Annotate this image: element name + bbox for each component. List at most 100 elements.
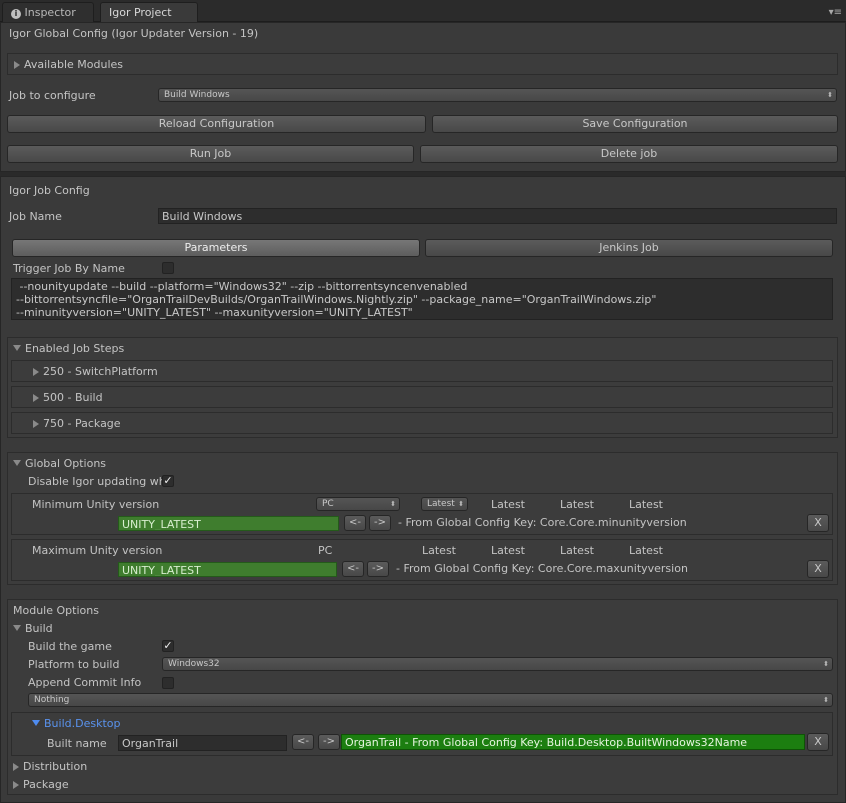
available-modules-foldout[interactable]: Available Modules <box>14 58 123 71</box>
step-750-label: 750 - Package <box>43 417 121 430</box>
foldout-open-icon <box>13 625 21 631</box>
step-750-foldout[interactable]: 750 - Package <box>33 417 121 430</box>
parameters-textarea[interactable]: --nounityupdate --build --platform="Wind… <box>11 278 833 320</box>
module-options-title: Module Options <box>13 604 99 617</box>
window-menu-icon[interactable]: ▾≡ <box>829 7 842 18</box>
run-job-button[interactable]: Run Job <box>7 145 414 163</box>
info-icon: i <box>11 9 21 19</box>
tab-inspector-label: Inspector <box>24 6 76 19</box>
foldout-closed-icon <box>33 420 39 428</box>
min-unity-version-label: Minimum Unity version <box>32 498 160 511</box>
build-module-foldout[interactable]: Build <box>13 622 53 635</box>
build-desktop-foldout[interactable]: Build.Desktop <box>32 717 120 730</box>
min-latest-col: Latest <box>629 498 663 511</box>
tab-inspector[interactable]: i Inspector <box>2 2 94 22</box>
updown-arrow-icon: ⬍ <box>823 660 829 668</box>
distribution-foldout[interactable]: Distribution <box>13 760 87 773</box>
build-game-checkbox[interactable]: ✓ <box>162 640 174 652</box>
max-latest-col: Latest <box>422 544 456 557</box>
job-to-configure-select[interactable]: Build Windows ⬍ <box>158 88 837 102</box>
foldout-closed-icon <box>13 781 19 789</box>
max-unity-version-input[interactable]: UNITY_LATEST <box>118 562 337 577</box>
min-platform-select[interactable]: PC ⬍ <box>316 497 400 511</box>
global-config-title: Igor Global Config (Igor Updater Version… <box>9 27 259 40</box>
step-item <box>11 412 833 434</box>
max-source-text: - From Global Config Key: Core.Core.maxu… <box>396 562 688 575</box>
max-prev-button[interactable]: <- <box>342 561 364 577</box>
available-modules-box <box>7 53 838 75</box>
max-clear-button[interactable]: X <box>807 560 829 578</box>
commit-info-value: Nothing <box>34 695 70 705</box>
built-name-input[interactable]: OrganTrail <box>118 735 287 751</box>
min-prev-button[interactable]: <- <box>344 515 366 531</box>
foldout-closed-icon <box>14 61 20 69</box>
built-next-button[interactable]: -> <box>318 734 340 750</box>
distribution-label: Distribution <box>23 760 88 773</box>
min-latest-col: Latest <box>560 498 594 511</box>
build-game-label: Build the game <box>28 640 112 653</box>
disable-igor-update-label: Disable Igor updating wh <box>28 475 166 488</box>
tab-parameters[interactable]: Parameters <box>12 239 420 257</box>
built-name-label: Built name <box>47 737 107 750</box>
built-prev-button[interactable]: <- <box>292 734 314 750</box>
job-name-label: Job Name <box>9 210 62 223</box>
enabled-steps-label: Enabled Job Steps <box>25 342 125 355</box>
job-to-configure-label: Job to configure <box>9 89 96 102</box>
package-foldout[interactable]: Package <box>13 778 69 791</box>
max-platform-text: PC <box>318 544 333 557</box>
platform-to-build-select[interactable]: Windows32 ⬍ <box>162 657 833 671</box>
foldout-closed-icon <box>13 763 19 771</box>
job-config-title: Igor Job Config <box>9 184 90 197</box>
step-250-label: 250 - SwitchPlatform <box>43 365 158 378</box>
foldout-closed-icon <box>33 394 39 402</box>
global-options-label: Global Options <box>25 457 107 470</box>
save-configuration-button[interactable]: Save Configuration <box>432 115 838 133</box>
updown-arrow-icon: ⬍ <box>458 500 464 508</box>
updown-arrow-icon: ⬍ <box>390 500 396 508</box>
build-desktop-label: Build.Desktop <box>44 717 121 730</box>
min-source-text: - From Global Config Key: Core.Core.minu… <box>398 516 687 529</box>
max-latest-col: Latest <box>629 544 663 557</box>
step-250-foldout[interactable]: 250 - SwitchPlatform <box>33 365 158 378</box>
tab-jenkins-job[interactable]: Jenkins Job <box>425 239 833 257</box>
job-name-input[interactable]: Build Windows <box>158 208 837 224</box>
foldout-open-icon <box>32 720 40 726</box>
updown-arrow-icon: ⬍ <box>823 696 829 704</box>
available-modules-label: Available Modules <box>24 58 124 71</box>
max-latest-col: Latest <box>491 544 525 557</box>
tab-igor-project-config[interactable]: Igor Project Con <box>100 2 198 38</box>
job-to-configure-value: Build Windows <box>164 90 230 100</box>
append-commit-info-label: Append Commit Info <box>28 676 142 689</box>
step-500-label: 500 - Build <box>43 391 103 404</box>
commit-info-select[interactable]: Nothing ⬍ <box>28 693 833 707</box>
trigger-job-label: Trigger Job By Name <box>13 262 125 275</box>
max-unity-version-label: Maximum Unity version <box>32 544 163 557</box>
reload-configuration-button[interactable]: Reload Configuration <box>7 115 426 133</box>
updown-arrow-icon: ⬍ <box>827 91 833 99</box>
platform-to-build-label: Platform to build <box>28 658 120 671</box>
enabled-steps-foldout[interactable]: Enabled Job Steps <box>13 342 124 355</box>
built-clear-button[interactable]: X <box>807 733 829 751</box>
trigger-job-checkbox[interactable] <box>162 262 174 274</box>
min-latest-col: Latest <box>491 498 525 511</box>
platform-to-build-value: Windows32 <box>168 659 220 669</box>
min-clear-button[interactable]: X <box>807 514 829 532</box>
built-source-field[interactable]: OrganTrail - From Global Config Key: Bui… <box>341 734 805 750</box>
foldout-closed-icon <box>33 368 39 376</box>
min-platform-value: PC <box>322 499 334 509</box>
step-500-foldout[interactable]: 500 - Build <box>33 391 103 404</box>
step-item <box>11 386 833 408</box>
min-latest-select[interactable]: Latest ⬍ <box>421 497 468 511</box>
foldout-open-icon <box>13 345 21 351</box>
max-next-button[interactable]: -> <box>367 561 389 577</box>
min-next-button[interactable]: -> <box>369 515 391 531</box>
delete-job-button[interactable]: Delete job <box>420 145 838 163</box>
foldout-open-icon <box>13 460 21 466</box>
package-label: Package <box>23 778 69 791</box>
append-commit-info-checkbox[interactable] <box>162 677 174 689</box>
min-latest-value: Latest <box>427 499 455 509</box>
disable-igor-update-checkbox[interactable]: ✓ <box>162 475 174 487</box>
global-options-foldout[interactable]: Global Options <box>13 457 106 470</box>
min-unity-version-input[interactable]: UNITY_LATEST <box>118 516 339 531</box>
build-module-label: Build <box>25 622 53 635</box>
